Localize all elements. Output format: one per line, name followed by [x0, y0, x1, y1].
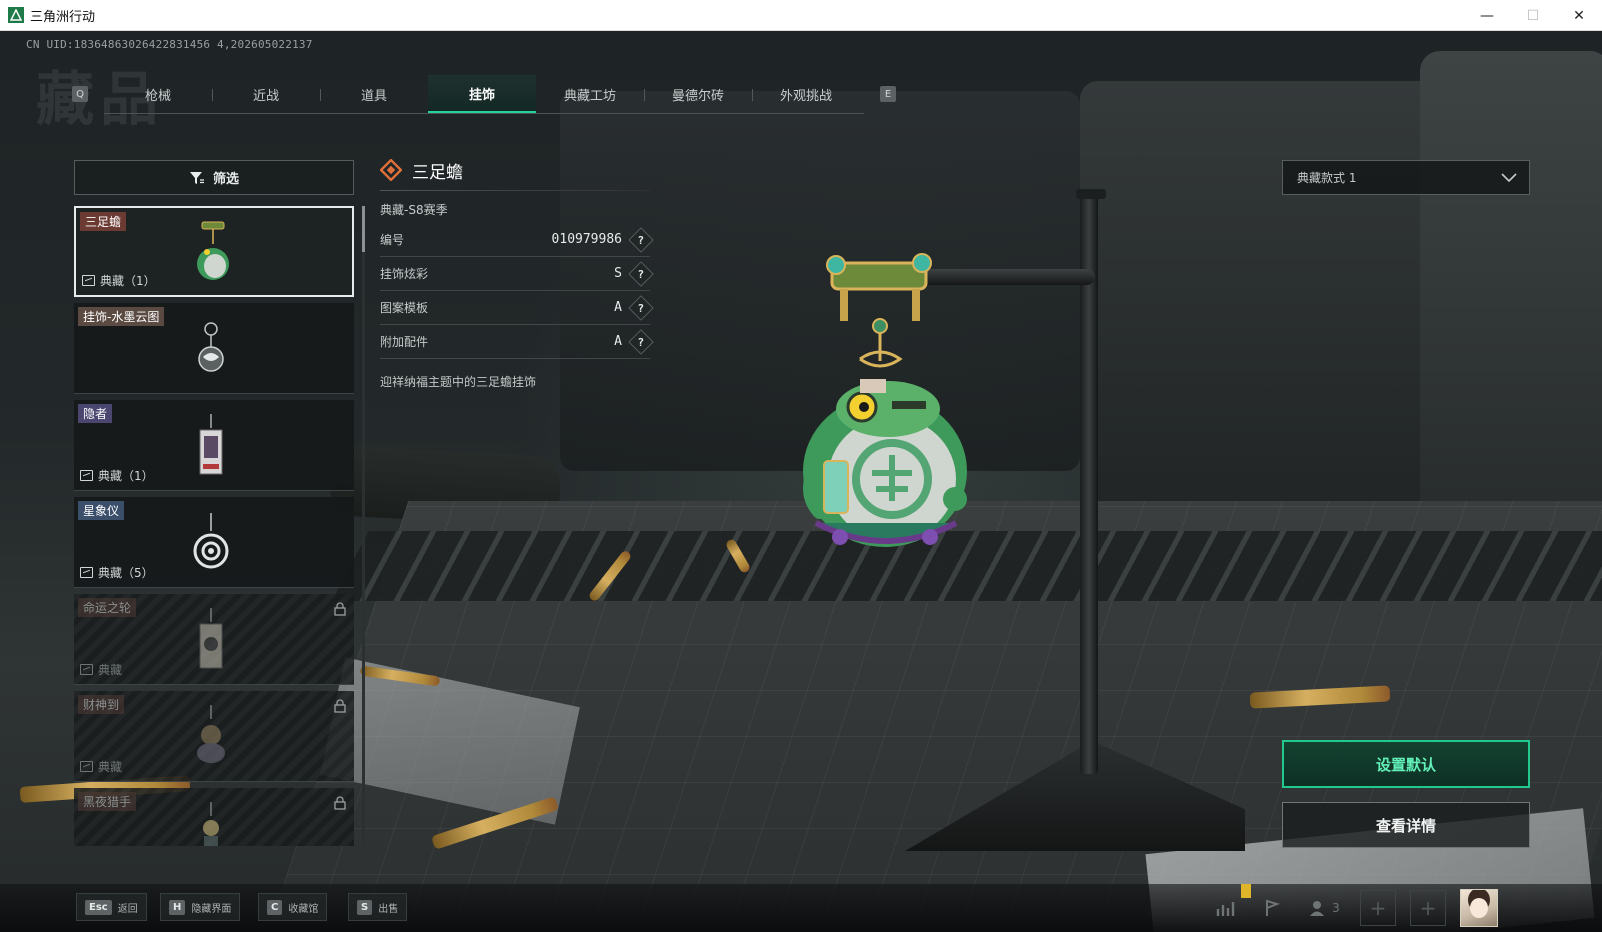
filter-label: 筛选	[212, 172, 239, 187]
collection-icon	[80, 470, 93, 481]
maximize-button[interactable]: ☐	[1510, 0, 1556, 31]
charm-list[interactable]: 三足蟾 典藏（1） 挂饰-水墨云图 隐者 典藏（1） 星象仪 典藏（5） 命运之…	[74, 206, 356, 846]
detail-row-serial: 编号 010979986?	[380, 223, 654, 257]
bottom-bar: Esc 返回 H 隐藏界面 C 收藏馆 S 出售 3 + +	[0, 884, 1602, 932]
tab-collection-workshop[interactable]: 典藏工坊	[536, 75, 644, 113]
collection-icon	[80, 664, 93, 675]
invite-slot-2[interactable]: +	[1410, 890, 1446, 926]
detail-header: 三足蟾	[380, 152, 650, 188]
close-button[interactable]: ✕	[1556, 0, 1602, 31]
flag-icon[interactable]	[1256, 892, 1288, 924]
collection-icon	[80, 761, 93, 772]
tab-mandel-bricks[interactable]: 曼德尔砖	[644, 75, 752, 113]
crate-background-far-right	[1420, 51, 1602, 551]
player-avatar[interactable]	[1460, 889, 1498, 927]
social-tray: 3 + +	[1210, 889, 1498, 927]
detail-row-pattern: 图案模板 A?	[380, 291, 654, 325]
back-hotkey[interactable]: Esc 返回	[76, 893, 147, 921]
tab-items[interactable]: 道具	[320, 75, 428, 113]
chevron-down-icon	[1501, 172, 1517, 182]
divider	[380, 190, 650, 191]
detail-row-colorway: 挂饰炫彩 S?	[380, 257, 654, 291]
item-tag: 三足蟾	[80, 212, 127, 231]
item-tag: 黑夜猎手	[78, 792, 137, 811]
collection-hall-hotkey[interactable]: C 收藏馆	[258, 893, 328, 921]
uid-text: CN UID:18364863026422831456 4,2026050221…	[26, 38, 313, 51]
collection-icon	[82, 275, 95, 286]
season-label: 典藏-S8赛季	[380, 203, 448, 217]
list-item-wheel-of-fortune[interactable]: 命运之轮 典藏	[74, 594, 354, 685]
charm-name: 三足蟾	[412, 162, 463, 183]
display-stand-cap	[1076, 189, 1106, 199]
tab-charms[interactable]: 挂饰	[428, 75, 536, 113]
list-item-god-of-wealth[interactable]: 财神到 典藏	[74, 691, 354, 782]
item-footer: 典藏	[80, 758, 122, 775]
hide-ui-hotkey[interactable]: H 隐藏界面	[160, 893, 241, 921]
category-tabs: 枪械 近战 道具 挂饰 典藏工坊 曼德尔砖 外观挑战	[104, 75, 864, 114]
orrery-thumbnail	[193, 513, 229, 569]
god-of-wealth-thumbnail	[197, 705, 225, 763]
item-tag: 命运之轮	[78, 598, 137, 617]
window-titlebar: 三角洲行动 — ☐ ✕	[0, 0, 1602, 31]
item-footer: 典藏（5）	[80, 564, 154, 581]
squad-count: 3	[1332, 901, 1340, 915]
item-tag: 隐者	[78, 404, 113, 423]
item-tag: 财神到	[78, 695, 125, 714]
invite-slot-1[interactable]: +	[1360, 890, 1396, 926]
lock-icon	[334, 796, 346, 810]
charm-list-scrollbar[interactable]	[362, 206, 365, 846]
item-tag: 星象仪	[78, 501, 125, 520]
toad-charm-model[interactable]	[780, 251, 990, 571]
toad-thumbnail	[197, 221, 229, 280]
tab-melee[interactable]: 近战	[212, 75, 320, 113]
detail-row-attachment: 附加配件 A?	[380, 325, 654, 359]
wheel-card-thumbnail	[199, 608, 223, 669]
list-item-ink-cloud[interactable]: 挂饰-水墨云图	[74, 303, 354, 394]
item-tag: 挂饰-水墨云图	[78, 307, 165, 326]
tab-firearms[interactable]: 枪械	[104, 75, 212, 113]
item-footer: 典藏（1）	[82, 272, 156, 289]
scrollbar-thumb[interactable]	[362, 206, 365, 252]
sell-hotkey[interactable]: S 出售	[348, 893, 408, 921]
lock-icon	[334, 602, 346, 616]
item-footer: 典藏（1）	[80, 467, 154, 484]
list-item-night-hunter[interactable]: 黑夜猎手	[74, 788, 354, 846]
stats-icon[interactable]	[1210, 892, 1242, 924]
hermit-card-thumbnail	[199, 414, 223, 475]
item-footer: 典藏	[80, 661, 122, 678]
filter-icon	[189, 171, 204, 184]
minimize-button[interactable]: —	[1464, 0, 1510, 31]
help-icon[interactable]: ?	[628, 294, 654, 321]
app-logo-icon	[8, 7, 24, 23]
squad-icon[interactable]: 3	[1302, 892, 1346, 924]
filter-button[interactable]: 筛选	[74, 160, 354, 195]
prev-tab-key-hint[interactable]: Q	[72, 86, 88, 102]
list-item-hermit[interactable]: 隐者 典藏（1）	[74, 400, 354, 491]
notification-badge	[1241, 884, 1251, 898]
rarity-diamond-icon	[380, 159, 402, 181]
style-dropdown[interactable]: 典藏款式 1	[1282, 160, 1530, 195]
style-dropdown-value: 典藏款式 1	[1297, 171, 1357, 185]
tab-appearance-challenge[interactable]: 外观挑战	[752, 75, 860, 113]
night-hunter-thumbnail	[203, 802, 219, 846]
ink-cloud-thumbnail	[198, 322, 224, 372]
list-item-three-legged-toad[interactable]: 三足蟾 典藏（1）	[74, 206, 354, 297]
lock-icon	[334, 699, 346, 713]
next-tab-key-hint[interactable]: E	[880, 86, 896, 102]
help-icon[interactable]: ?	[628, 328, 654, 355]
list-item-orrery[interactable]: 星象仪 典藏（5）	[74, 497, 354, 588]
charm-description: 迎祥纳福主题中的三足蟾挂饰	[380, 375, 537, 389]
charm-detail-panel: 三足蟾 典藏-S8赛季 编号 010979986? 挂饰炫彩 S? 图案模板 A…	[380, 152, 654, 390]
set-default-button[interactable]: 设置默认	[1282, 740, 1530, 788]
help-icon[interactable]: ?	[628, 226, 654, 253]
view-details-button[interactable]: 查看详情	[1282, 802, 1530, 848]
window-title: 三角洲行动	[30, 8, 96, 24]
help-icon[interactable]: ?	[628, 260, 654, 287]
collection-icon	[80, 567, 93, 578]
